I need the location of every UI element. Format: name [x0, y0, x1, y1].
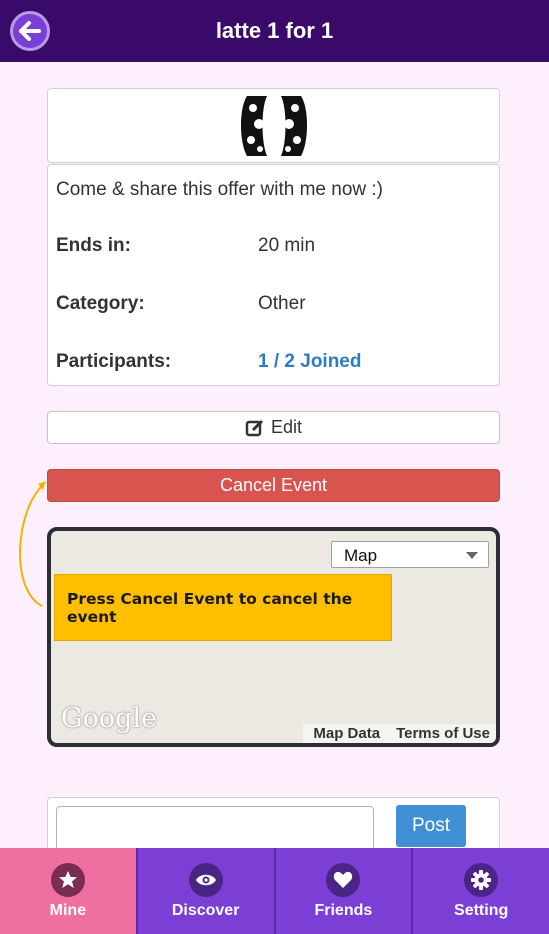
tab-mine[interactable]: Mine: [0, 848, 138, 934]
tab-discover-label: Discover: [171, 901, 240, 919]
category-label: Category:: [56, 293, 145, 314]
heart-icon: [326, 862, 361, 897]
event-details-card: Come & share this offer with me now :) E…: [47, 164, 500, 386]
comment-input[interactable]: [56, 806, 374, 854]
edit-button[interactable]: Edit: [47, 411, 500, 444]
event-description: Come & share this offer with me now :): [56, 179, 383, 200]
map-data-link[interactable]: Map Data: [303, 724, 386, 743]
dropdown-arrow-icon: [466, 552, 478, 559]
help-tooltip: Press Cancel Event to cancel the event: [54, 574, 392, 641]
terms-of-use-link[interactable]: Terms of Use: [386, 724, 496, 743]
bottom-tab-bar: Mine Discover Friends Setting: [0, 848, 549, 934]
map-type-value: Map: [344, 546, 378, 565]
event-image-card: [47, 88, 500, 163]
app-header: latte 1 for 1: [0, 0, 549, 62]
arrow-left-icon: [19, 21, 41, 41]
tab-setting-label: Setting: [454, 901, 509, 919]
tab-mine-label: Mine: [49, 901, 87, 919]
tab-discover[interactable]: Discover: [137, 848, 276, 934]
cancel-event-button[interactable]: Cancel Event: [47, 469, 500, 502]
map-type-select[interactable]: Map: [331, 541, 489, 568]
map-footer: Map Data Terms of Use: [303, 724, 496, 743]
edit-icon: [245, 419, 264, 436]
tab-setting[interactable]: Setting: [413, 848, 549, 934]
back-button[interactable]: [10, 11, 50, 51]
category-value: Other: [258, 293, 306, 314]
star-icon: [50, 862, 85, 897]
tab-friends-label: Friends: [314, 901, 373, 919]
ends-in-value: 20 min: [258, 235, 316, 256]
participants-label: Participants:: [56, 351, 172, 372]
ends-in-label: Ends in:: [56, 235, 131, 256]
eye-icon: [188, 862, 223, 897]
post-button[interactable]: Post: [396, 805, 466, 847]
gear-icon: [464, 862, 499, 897]
page-title: latte 1 for 1: [215, 18, 334, 43]
edit-label: Edit: [270, 417, 303, 437]
event-image: [240, 95, 307, 156]
participants-link[interactable]: 1 / 2 Joined: [258, 351, 361, 373]
google-logo: Google: [61, 703, 157, 734]
tab-friends[interactable]: Friends: [275, 848, 414, 934]
